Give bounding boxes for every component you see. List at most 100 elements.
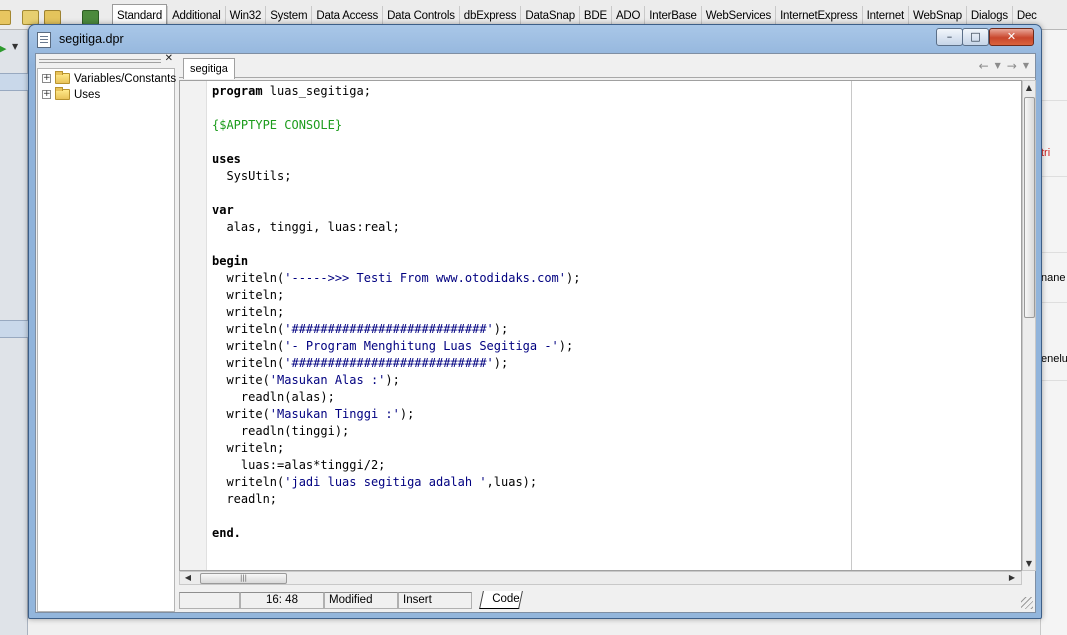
code-line[interactable]: writeln('jadi luas segitiga adalah ',lua…	[212, 474, 580, 491]
code-explorer-tree: + Variables/Constants + Uses	[37, 68, 176, 612]
folder-icon	[55, 87, 70, 100]
document-icon	[37, 32, 51, 48]
cursor-position: 16: 48	[240, 592, 324, 609]
code-explorer-header[interactable]: ✕	[37, 53, 175, 68]
palette-tab-internet[interactable]: Internet	[861, 6, 908, 25]
code-editor[interactable]: program luas_segitiga; {$APPTYPE CONSOLE}…	[179, 80, 1022, 571]
code-line[interactable]	[212, 100, 580, 117]
chevron-down-icon[interactable]: ▼	[1023, 59, 1029, 73]
code-line[interactable]	[212, 508, 580, 525]
scroll-left-icon[interactable]: ◀	[182, 573, 194, 582]
palette-tab-websnap[interactable]: WebSnap	[908, 6, 966, 25]
tree-item-label: Uses	[74, 88, 101, 101]
status-panel-empty	[179, 592, 240, 609]
code-line[interactable]: alas, tinggi, luas:real;	[212, 219, 580, 236]
toolbar-icon-2[interactable]	[22, 10, 39, 25]
vertical-scroll-thumb[interactable]	[1024, 97, 1035, 318]
code-line[interactable]	[212, 236, 580, 253]
maximize-button[interactable]: □	[962, 28, 989, 46]
palette-tab-interbase[interactable]: InterBase	[644, 6, 700, 25]
navigation-buttons: ← ▼ → ▼	[979, 59, 1029, 73]
code-line[interactable]: var	[212, 202, 580, 219]
status-bar: 16: 48 Modified Insert Code	[179, 590, 1035, 611]
chevron-down-icon[interactable]: ▼	[995, 59, 1001, 73]
code-line[interactable]: program luas_segitiga;	[212, 83, 580, 100]
palette-tab-datasnap[interactable]: DataSnap	[520, 6, 579, 25]
run-arrow-icon[interactable]: ▶	[0, 42, 6, 55]
dock-grip[interactable]	[39, 59, 161, 60]
code-line[interactable]: readln(tinggi);	[212, 423, 580, 440]
palette-tab-dialogs[interactable]: Dialogs	[965, 6, 1012, 25]
palette-tab-data-access[interactable]: Data Access	[311, 6, 382, 25]
expand-icon[interactable]: +	[42, 74, 51, 83]
palette-tab-dec[interactable]: Dec	[1011, 6, 1041, 25]
scroll-down-icon[interactable]: ▼	[1023, 559, 1035, 568]
background-fragment-2: nane	[1041, 272, 1066, 284]
palette-tab-system[interactable]: System	[265, 6, 311, 25]
code-line[interactable]: readln;	[212, 491, 580, 508]
code-line[interactable]: begin	[212, 253, 580, 270]
window-client-area: ✕ + Variables/Constants + Uses segitiga …	[35, 53, 1036, 613]
code-line[interactable]: writeln;	[212, 304, 580, 321]
code-line[interactable]: writeln('###########################');	[212, 321, 580, 338]
code-line[interactable]: writeln('- Program Menghitung Luas Segit…	[212, 338, 580, 355]
scroll-right-icon[interactable]: ▶	[1006, 573, 1018, 582]
close-icon[interactable]: ✕	[165, 53, 173, 64]
palette-tab-bde[interactable]: BDE	[578, 6, 611, 25]
toolbar-icon-3[interactable]	[44, 10, 61, 25]
code-line[interactable]: writeln;	[212, 440, 580, 457]
tree-item-label: Variables/Constants	[74, 72, 177, 85]
right-margin-line	[851, 81, 852, 570]
background-fragment-3: enelu	[1041, 353, 1067, 365]
tree-item-uses[interactable]: + Uses	[42, 87, 100, 102]
tab-segitiga[interactable]: segitiga	[183, 58, 235, 79]
toolbar-icon-4[interactable]	[82, 10, 99, 25]
palette-tab-win32[interactable]: Win32	[224, 6, 266, 25]
code-line[interactable]: uses	[212, 151, 580, 168]
tree-item-variables-constants[interactable]: + Variables/Constants	[42, 71, 176, 86]
palette-tab-additional[interactable]: Additional	[167, 6, 225, 25]
tab-code-view[interactable]: Code	[479, 591, 523, 609]
code-line[interactable]: writeln('###########################');	[212, 355, 580, 372]
editor-tab-bar: segitiga ← ▼ → ▼	[179, 54, 1035, 79]
code-line[interactable]: end.	[212, 525, 580, 542]
code-line[interactable]: SysUtils;	[212, 168, 580, 185]
code-line[interactable]: readln(alas);	[212, 389, 580, 406]
code-line[interactable]: write('Masukan Tinggi :');	[212, 406, 580, 423]
window-titlebar[interactable]: segitiga.dpr – □ ✕	[29, 25, 1041, 53]
insert-mode-indicator: Insert	[398, 592, 472, 609]
palette-tab-webservices[interactable]: WebServices	[700, 6, 775, 25]
source-code[interactable]: program luas_segitiga; {$APPTYPE CONSOLE}…	[212, 83, 580, 542]
horizontal-scroll-thumb[interactable]: |||	[200, 573, 287, 584]
code-line[interactable]	[212, 185, 580, 202]
code-line[interactable]: writeln('----->>> Testi From www.otodida…	[212, 270, 580, 287]
palette-tab-ado[interactable]: ADO	[610, 6, 644, 25]
modified-indicator: Modified	[324, 592, 398, 609]
horizontal-scrollbar[interactable]: ◀ ||| ▶	[179, 571, 1022, 585]
tab-code-label: Code	[492, 593, 520, 605]
code-line[interactable]: luas:=alas*tinggi/2;	[212, 457, 580, 474]
resize-grip[interactable]	[1021, 597, 1033, 609]
code-line[interactable]	[212, 134, 580, 151]
scroll-up-icon[interactable]: ▲	[1023, 83, 1035, 92]
palette-tab-standard[interactable]: Standard	[112, 4, 168, 25]
window-title: segitiga.dpr	[59, 32, 124, 46]
vertical-scrollbar[interactable]: ▲ ▼	[1022, 80, 1036, 571]
forward-arrow-icon[interactable]: →	[1007, 59, 1017, 73]
code-line[interactable]: write('Masukan Alas :');	[212, 372, 580, 389]
expand-icon[interactable]: +	[42, 90, 51, 99]
minimize-button[interactable]: –	[936, 28, 963, 46]
background-fragment-1: tri	[1041, 147, 1051, 159]
palette-tab-internetexpress[interactable]: InternetExpress	[775, 6, 862, 25]
palette-tab-data-controls[interactable]: Data Controls	[382, 6, 459, 25]
editor-window: segitiga.dpr – □ ✕ ✕ + Variables/Constan…	[28, 24, 1042, 619]
background-ide-right-panel: tri nane enelu	[1040, 30, 1067, 635]
close-button[interactable]: ✕	[989, 28, 1034, 46]
code-line[interactable]: writeln;	[212, 287, 580, 304]
palette-tab-dbexpress[interactable]: dbExpress	[458, 6, 521, 25]
back-arrow-icon[interactable]: ←	[979, 59, 989, 73]
editor-gutter[interactable]	[180, 81, 207, 570]
code-line[interactable]: {$APPTYPE CONSOLE}	[212, 117, 580, 134]
toolbar-icon-1[interactable]	[0, 10, 11, 25]
chevron-down-icon[interactable]: ▼	[12, 42, 18, 51]
